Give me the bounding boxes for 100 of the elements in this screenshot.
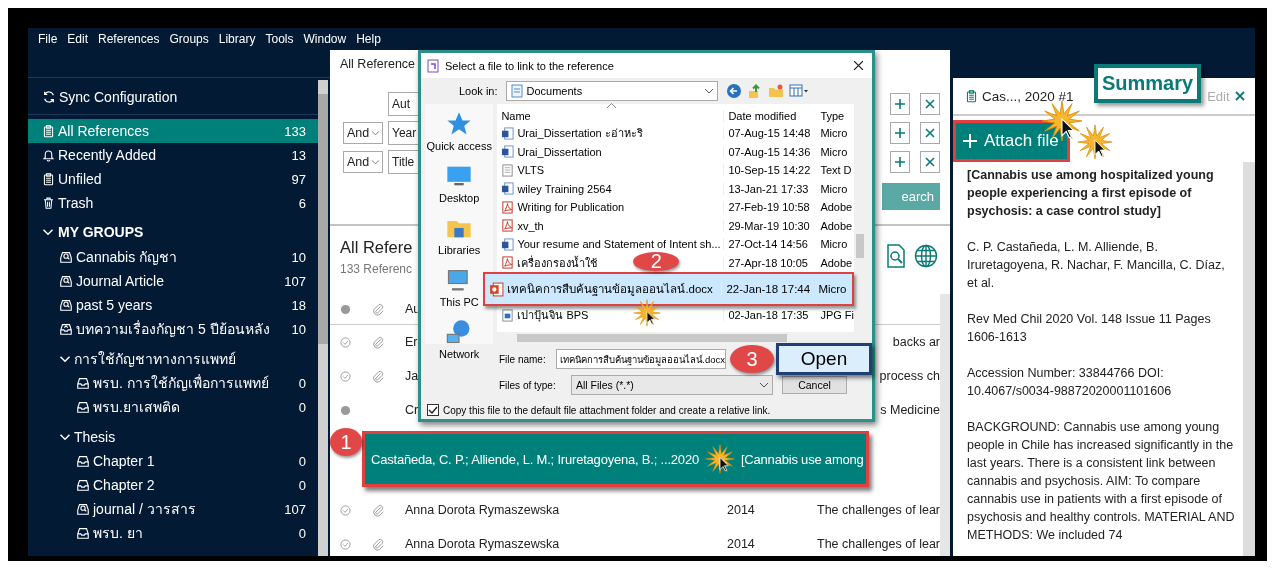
file-name: Your resume and Statement of Intent sh...	[517, 238, 721, 251]
title-text: backs ar	[892, 335, 940, 349]
remove-row-button[interactable]	[920, 93, 940, 115]
group-item[interactable]: journal / วารสาร 107	[28, 497, 318, 521]
menu-item[interactable]: References	[98, 32, 160, 46]
file-type-dropdown[interactable]: All Files (*.*)	[571, 375, 773, 395]
menu-item[interactable]: Edit	[67, 32, 89, 46]
caret-icon	[372, 130, 379, 136]
file-type: Adobe	[820, 201, 853, 214]
dialog-app-icon	[427, 58, 439, 73]
folder-label[interactable]: Thesis	[74, 429, 116, 445]
author-text: Er	[405, 335, 418, 349]
clipboard-icon	[42, 124, 55, 138]
place-link[interactable]: Libraries	[438, 214, 481, 256]
pdf-document-icon	[501, 256, 515, 270]
menu-item[interactable]: Help	[356, 32, 381, 46]
word-document-icon	[501, 145, 515, 159]
tab[interactable]: Summary	[1094, 64, 1202, 103]
add-row-button[interactable]	[890, 93, 910, 115]
sidebar-item[interactable]: Recently Added 13	[28, 143, 318, 167]
group-search-icon	[59, 250, 73, 264]
selected-reference-row[interactable]: Castañeda, C. P.; Alliende, L. M.; Iruretagoyena, B.; ...2020 [Cannabis use among	[362, 431, 869, 487]
word-document-icon	[501, 182, 515, 196]
step-number-badge: 1	[330, 428, 362, 456]
author-text: Castañeda, C. P.; Alliende, L. M.; Iruretagoyena, B.; ...	[371, 451, 671, 467]
pdf-document-icon	[501, 219, 515, 233]
place-link[interactable]: Network	[439, 318, 480, 360]
author-text: Anna Dorota Rymaszewska	[405, 537, 560, 551]
operator-dropdown[interactable]: And	[343, 151, 383, 173]
group-item[interactable]: past 5 years 18	[28, 293, 318, 317]
word-document-icon	[501, 237, 515, 251]
file-name-field[interactable]: เทคนิคการสืบค้นฐานข้อมูลออนไลน์.docx	[556, 349, 726, 369]
author-text: Anna Dorota Rymaszewska	[405, 503, 560, 517]
file-type: Text D	[820, 164, 852, 177]
group-search-icon	[59, 298, 73, 312]
vertical-scrollbar[interactable]	[940, 294, 950, 556]
sidebar-item[interactable]: All References 133	[28, 119, 318, 143]
group-item[interactable]: Journal Article 107	[28, 269, 318, 293]
tab-label[interactable]: All Reference	[340, 57, 416, 71]
group-item[interactable]: พรบ.ยาเสพติด 0	[28, 395, 318, 419]
remove-row-button[interactable]	[920, 122, 940, 144]
groups-heading[interactable]: MY GROUPS	[58, 224, 144, 240]
menu-item[interactable]: Tools	[265, 32, 294, 46]
file-name: เทคนิคการสืบค้นฐานข้อมูลออนไลน์.docx	[507, 282, 713, 298]
file-name: VLTS	[517, 164, 545, 177]
date-modified: 22-Jan-18 17:44	[726, 283, 811, 295]
author-text: Cr	[405, 403, 419, 417]
sidebar-item[interactable]: Trash 6	[28, 191, 318, 215]
add-row-button[interactable]	[890, 151, 910, 173]
checkbox[interactable]	[427, 404, 439, 416]
group-item[interactable]: Chapter 2 0	[28, 473, 318, 497]
column-header[interactable]: Date modified	[728, 110, 797, 122]
column-header[interactable]: Type	[820, 110, 845, 122]
step-number-badge: 3	[730, 345, 774, 373]
sync-configuration-link[interactable]: Sync Configuration	[59, 89, 178, 105]
sync-icon	[42, 90, 56, 104]
operator-dropdown[interactable]: And	[343, 122, 383, 144]
file-type: Micro	[820, 145, 848, 158]
menu-item[interactable]: Groups	[169, 32, 209, 46]
place-link[interactable]: This PC	[439, 266, 479, 308]
file-name: เปาปุ้นจิน BPS	[517, 308, 589, 324]
close-icon	[925, 99, 935, 109]
folder-label[interactable]: การใช้กัญชาทางการแพทย์	[74, 348, 236, 370]
vertical-scrollbar[interactable]	[1243, 162, 1255, 556]
menu-item[interactable]: Window	[303, 32, 347, 46]
column-header[interactable]: Name	[501, 110, 531, 122]
date-modified: 02-Jan-18 17:35	[728, 309, 809, 322]
reference-count: 133 Referenc	[340, 262, 413, 276]
bell-icon	[42, 148, 55, 162]
step-number-badge: 2	[633, 252, 680, 271]
menu-item[interactable]: Library	[218, 32, 256, 46]
group-item[interactable]: บทความเรื่องกัญชา 5 ปีย้อนหลัง 10	[28, 317, 318, 341]
title-text: The challenges of lear	[817, 537, 940, 551]
group-item[interactable]: พรบ. การใช้กัญเพื่อการแพทย์ 0	[28, 371, 318, 395]
sidebar-item[interactable]: Unfiled 97	[28, 167, 318, 191]
group-item[interactable]: พรบ. ยา 0	[28, 521, 318, 545]
file-type: Micro	[818, 283, 847, 295]
caret-icon	[372, 159, 379, 165]
date-modified: 10-Sep-15 14:22	[728, 164, 811, 177]
reference-title: Cas..., 2020 #1	[982, 88, 1075, 104]
title-text: s Medicine	[880, 403, 940, 417]
find-full-text-icon	[886, 244, 906, 268]
clipboard-icon	[965, 89, 978, 103]
author-text: Ja	[405, 369, 419, 383]
look-in-dropdown[interactable]: Documents	[505, 81, 718, 101]
open-button[interactable]: Open	[776, 343, 872, 375]
group-item[interactable]: Cannabis กัญชา 10	[28, 245, 318, 269]
globe-icon	[914, 244, 938, 268]
sort-caret-icon	[607, 103, 617, 108]
selected-file-row[interactable]: เทคนิคการสืบค้นฐานข้อมูลออนไลน์.docx 22-Jan-18 17:44 Micro	[483, 272, 854, 306]
add-row-button[interactable]	[890, 122, 910, 144]
vertical-scrollbar[interactable]	[318, 80, 328, 556]
file-type: Adobe	[820, 219, 853, 232]
place-link[interactable]: Desktop	[439, 162, 480, 204]
remove-row-button[interactable]	[920, 151, 940, 173]
menu-item[interactable]: File	[38, 32, 58, 46]
image-file-icon	[501, 308, 515, 322]
place-link[interactable]: Quick access	[426, 110, 492, 152]
group-item[interactable]: Chapter 1 0	[28, 449, 318, 473]
cancel-button[interactable]: Cancel	[782, 376, 847, 394]
